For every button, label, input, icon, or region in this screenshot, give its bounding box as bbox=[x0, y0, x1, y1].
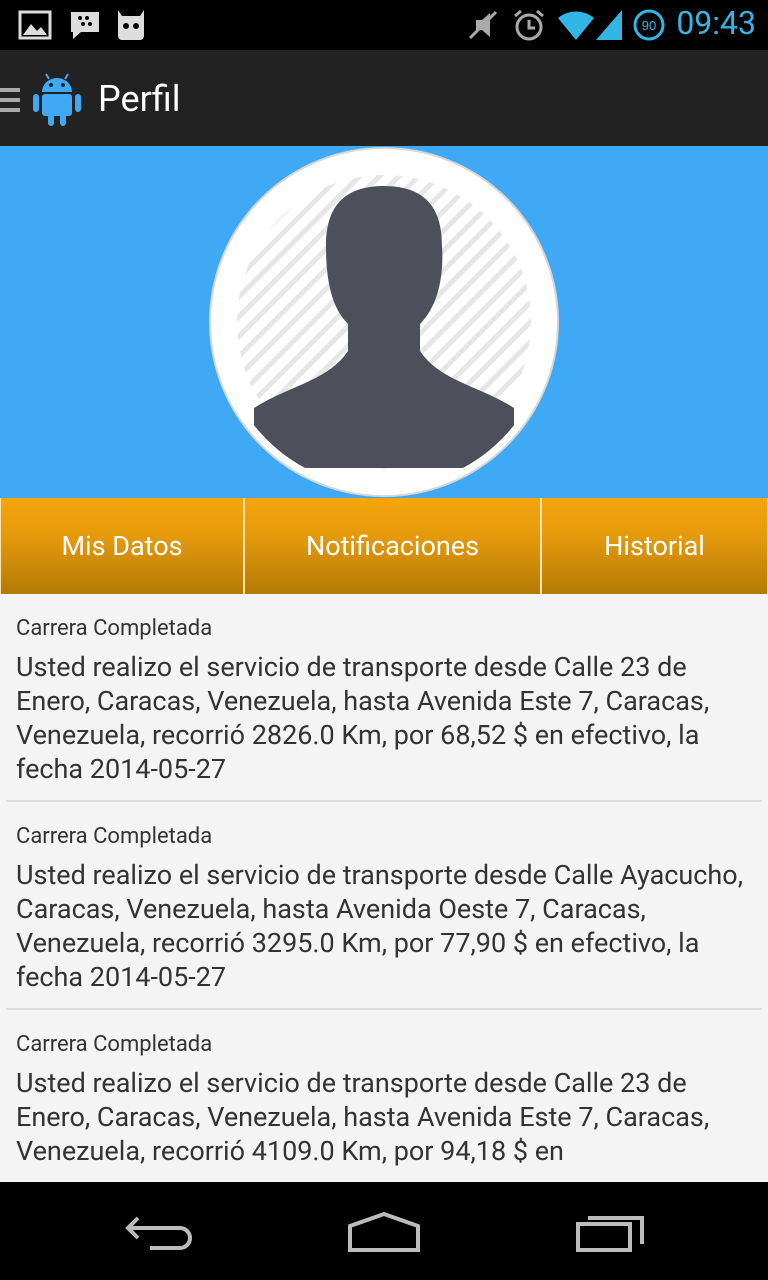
signal-icon bbox=[596, 10, 622, 40]
home-icon[interactable] bbox=[346, 1210, 422, 1254]
back-icon[interactable] bbox=[124, 1210, 196, 1254]
tab-notificaciones[interactable]: Notificaciones bbox=[244, 498, 541, 594]
android-icon[interactable] bbox=[30, 70, 84, 128]
alarm-icon bbox=[514, 9, 544, 41]
item-body: Usted realizo el servicio de transporte … bbox=[16, 859, 744, 993]
tab-historial[interactable]: Historial bbox=[541, 498, 768, 594]
tab-label: Historial bbox=[604, 530, 705, 562]
navigation-bar bbox=[0, 1182, 768, 1280]
status-time: 09:43 bbox=[676, 4, 756, 42]
list-item[interactable]: Carrera Completada Usted realizo el serv… bbox=[6, 594, 762, 802]
item-title: Carrera Completada bbox=[16, 616, 213, 641]
cyanogen-icon bbox=[118, 10, 144, 40]
user-silhouette-icon[interactable] bbox=[208, 146, 560, 498]
image-icon bbox=[18, 10, 52, 40]
bbm-icon bbox=[71, 12, 99, 39]
action-bar: Perfil bbox=[0, 50, 768, 146]
notification-list[interactable]: Carrera Completada Usted realizo el serv… bbox=[0, 594, 768, 1182]
item-title: Carrera Completada bbox=[16, 824, 213, 849]
profile-tabs: Mis Datos Notificaciones Historial bbox=[0, 498, 768, 594]
tab-mis-datos[interactable]: Mis Datos bbox=[0, 498, 244, 594]
status-bar: 90 09:43 bbox=[0, 0, 768, 50]
wifi-icon bbox=[558, 11, 594, 40]
battery-icon: 90 bbox=[633, 9, 665, 41]
page-title: Perfil bbox=[98, 78, 181, 120]
tab-label: Notificaciones bbox=[305, 530, 480, 562]
tab-label: Mis Datos bbox=[61, 530, 183, 562]
battery-level: 90 bbox=[642, 18, 656, 33]
item-body: Usted realizo el servicio de transporte … bbox=[16, 651, 710, 785]
mute-icon bbox=[468, 10, 498, 40]
list-item[interactable]: Carrera Completada Usted realizo el serv… bbox=[6, 802, 762, 1010]
profile-header bbox=[0, 146, 768, 498]
recents-icon[interactable] bbox=[574, 1210, 646, 1254]
item-title: Carrera Completada bbox=[16, 1032, 213, 1057]
menu-icon[interactable] bbox=[0, 86, 22, 114]
list-item[interactable]: Carrera Completada Usted realizo el serv… bbox=[6, 1010, 762, 1182]
item-body: Usted realizo el servicio de transporte … bbox=[16, 1067, 710, 1167]
